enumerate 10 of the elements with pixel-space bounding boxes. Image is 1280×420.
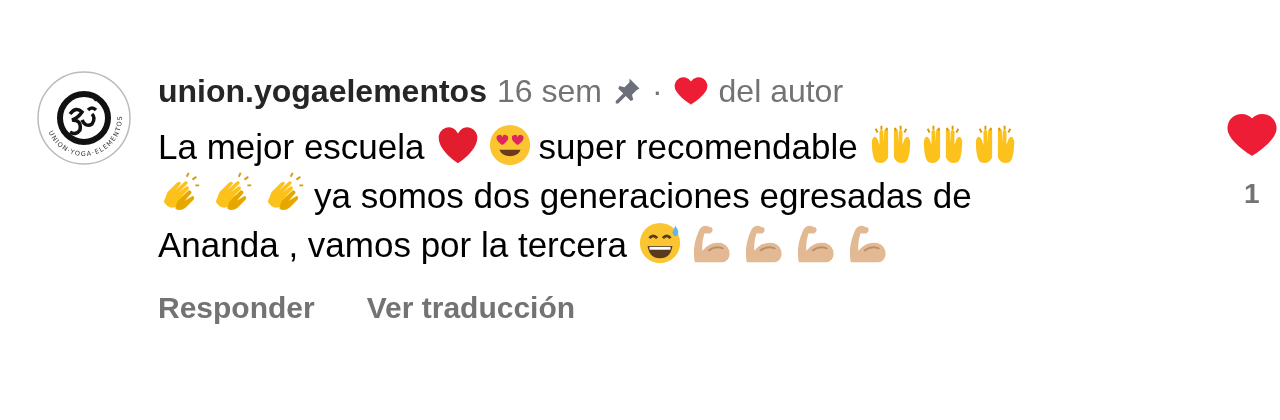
like-count: 1 <box>1244 178 1260 210</box>
comment-time: 16 sem <box>496 72 602 110</box>
comment-text: ya somos dos generaciones egresadas de Ananda , vamos por la tercera <box>158 176 972 264</box>
username[interactable]: union.yogaelementos <box>158 72 487 110</box>
separator: · <box>651 72 663 110</box>
comment-text: La mejor escuela <box>158 127 425 166</box>
comment-text: super recomendable <box>538 127 858 166</box>
reply-button[interactable]: Responder <box>158 291 315 325</box>
translate-button[interactable]: Ver traducción <box>366 291 576 325</box>
author-label: del autor <box>718 72 844 110</box>
